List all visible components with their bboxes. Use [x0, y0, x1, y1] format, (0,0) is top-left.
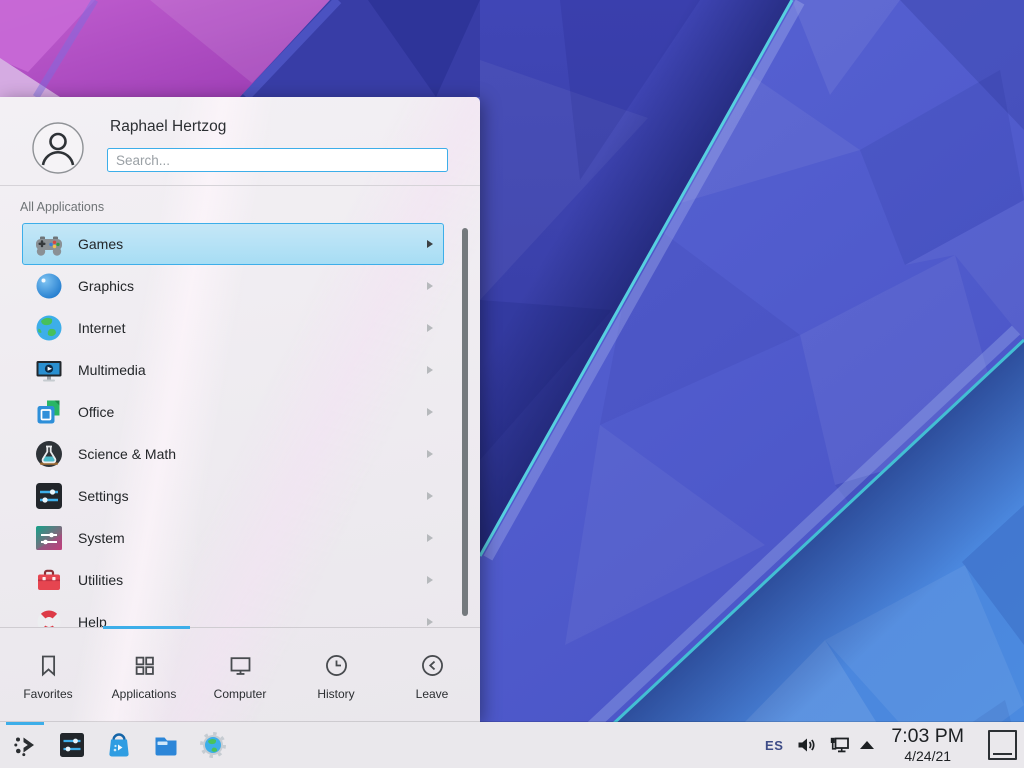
application-launcher: Raphael Hertzog All Applications Games [0, 97, 480, 722]
speaker-icon [795, 735, 817, 755]
kde-logo-icon [10, 730, 40, 760]
category-label: System [78, 530, 427, 546]
clock-icon [323, 652, 350, 679]
grid-icon [131, 652, 158, 679]
tab-label: Favorites [23, 687, 72, 701]
task-file-manager[interactable] [149, 722, 183, 768]
tab-favorites[interactable]: Favorites [0, 630, 96, 722]
category-item-office[interactable]: Office [22, 391, 444, 433]
category-item-games[interactable]: Games [22, 223, 444, 265]
category-label: Multimedia [78, 362, 427, 378]
task-discover[interactable] [102, 722, 136, 768]
launcher-button[interactable] [8, 722, 42, 768]
submenu-arrow-icon [427, 450, 433, 458]
header-divider [0, 185, 480, 186]
lifebuoy-icon [33, 606, 65, 627]
folder-icon [151, 730, 181, 760]
submenu-arrow-icon [427, 408, 433, 416]
paint-ball-icon [33, 270, 65, 302]
sliders-color-icon [33, 522, 65, 554]
show-desktop-button[interactable] [988, 730, 1017, 760]
submenu-arrow-icon [427, 492, 433, 500]
network-tray-item[interactable] [828, 735, 851, 755]
keyboard-layout-indicator[interactable]: ES [765, 738, 783, 753]
category-item-science-math[interactable]: Science & Math [22, 433, 444, 475]
task-system-settings[interactable] [55, 722, 89, 768]
category-item-system[interactable]: System [22, 517, 444, 559]
submenu-arrow-icon [427, 240, 433, 248]
tab-label: History [317, 687, 354, 701]
tab-label: Applications [112, 687, 177, 701]
category-item-utilities[interactable]: Utilities [22, 559, 444, 601]
submenu-arrow-icon [427, 576, 433, 584]
discover-icon [104, 730, 134, 760]
tab-computer[interactable]: Computer [192, 630, 288, 722]
documents-icon [33, 396, 65, 428]
category-list: Games Graphics [0, 223, 480, 627]
gamepad-icon [33, 228, 65, 260]
submenu-arrow-icon [427, 282, 433, 290]
tab-leave[interactable]: Leave [384, 630, 480, 722]
sliders-dark-icon [33, 480, 65, 512]
user-avatar-icon[interactable] [32, 122, 84, 174]
category-item-settings[interactable]: Settings [22, 475, 444, 517]
caret-up-icon [860, 741, 874, 749]
digital-clock[interactable]: 7:03 PM 4/24/21 [891, 727, 964, 764]
category-item-internet[interactable]: Internet [22, 307, 444, 349]
volume-tray-item[interactable] [795, 735, 817, 755]
search-input[interactable] [107, 148, 448, 172]
tab-label: Computer [214, 687, 267, 701]
category-item-graphics[interactable]: Graphics [22, 265, 444, 307]
category-item-multimedia[interactable]: Multimedia [22, 349, 444, 391]
system-tray: ES [765, 727, 1024, 764]
clock-time: 7:03 PM [891, 727, 964, 747]
taskbar: ES [0, 722, 1024, 768]
submenu-arrow-icon [427, 324, 433, 332]
category-label: Graphics [78, 278, 427, 294]
tab-label: Leave [416, 687, 449, 701]
category-label: Internet [78, 320, 427, 336]
bookmark-icon [35, 652, 62, 679]
launcher-tabbar: Favorites Applications Computer [0, 630, 480, 722]
system-settings-icon [57, 730, 87, 760]
network-icon [828, 735, 851, 755]
user-name: Raphael Hertzog [110, 118, 226, 136]
list-scrollbar[interactable] [462, 228, 468, 616]
monitor-icon [227, 652, 254, 679]
category-label: Office [78, 404, 427, 420]
task-web-browser[interactable] [196, 722, 230, 768]
category-item-help[interactable]: Help [22, 601, 444, 627]
toolbox-icon [33, 564, 65, 596]
media-screen-icon [33, 354, 65, 386]
leave-circle-icon [419, 652, 446, 679]
desktop: Raphael Hertzog All Applications Games [0, 0, 1024, 768]
tab-history[interactable]: History [288, 630, 384, 722]
flask-icon [33, 438, 65, 470]
category-label: Games [78, 236, 427, 252]
globe-gear-icon [198, 730, 228, 760]
category-label: Science & Math [78, 446, 427, 462]
submenu-arrow-icon [427, 366, 433, 374]
tabbar-divider [0, 627, 480, 628]
clock-date: 4/24/21 [891, 749, 964, 763]
submenu-arrow-icon [427, 618, 433, 626]
category-label: Utilities [78, 572, 427, 588]
category-label: Settings [78, 488, 427, 504]
submenu-arrow-icon [427, 534, 433, 542]
tab-applications[interactable]: Applications [96, 630, 192, 722]
active-task-indicator [6, 722, 44, 725]
globe-icon [33, 312, 65, 344]
section-label: All Applications [20, 200, 104, 214]
tray-expander[interactable] [860, 741, 874, 749]
active-tab-indicator [103, 626, 190, 629]
